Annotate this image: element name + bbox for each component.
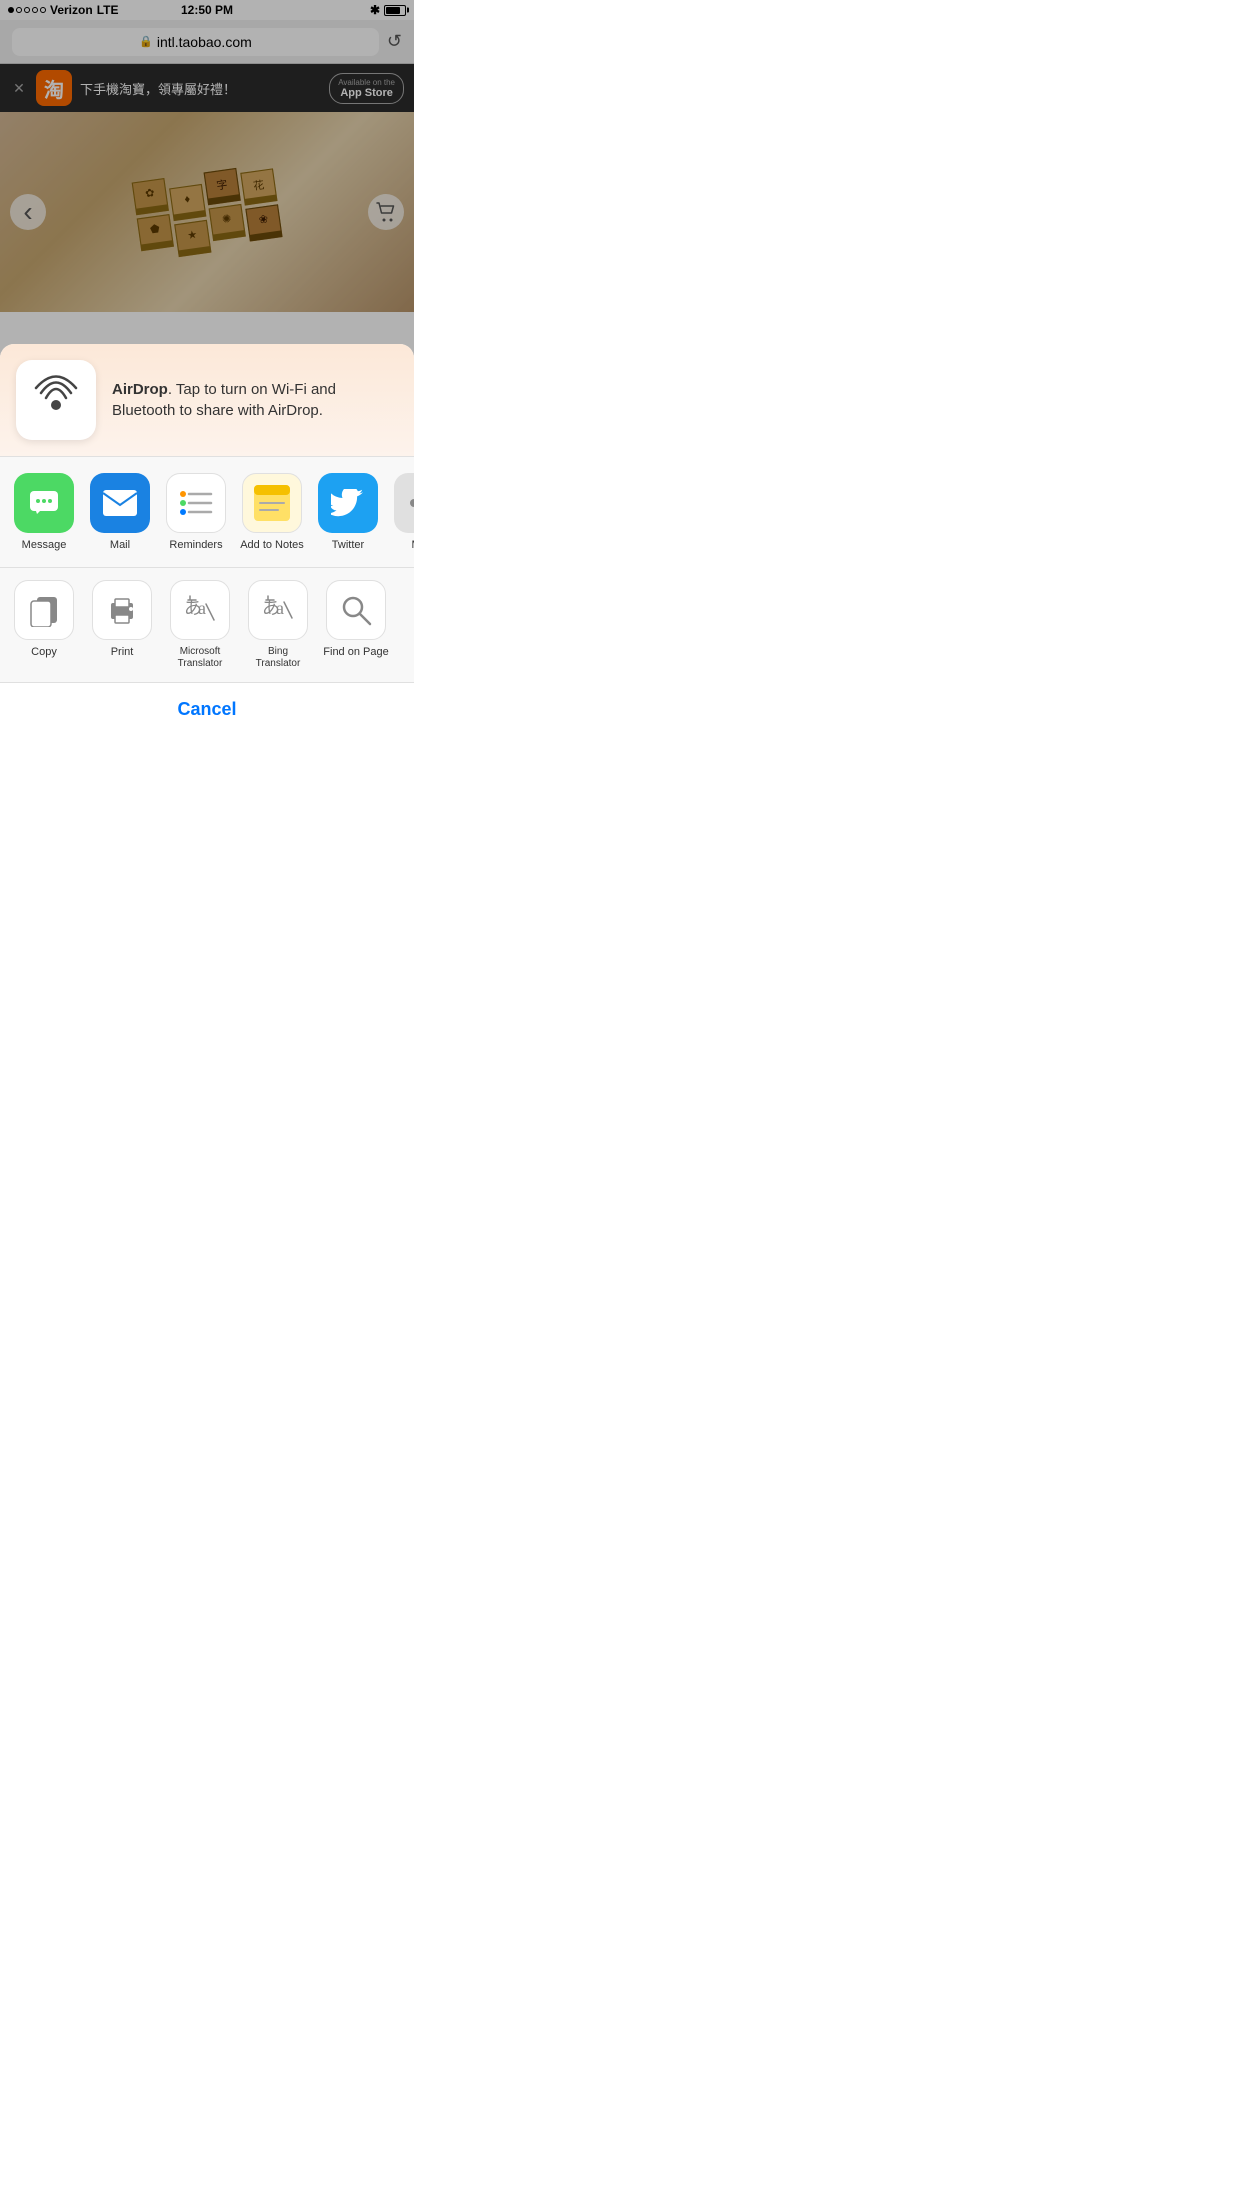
airdrop-title: AirDrop (112, 381, 168, 398)
airdrop-section: AirDrop. Tap to turn on Wi-Fi and Blueto… (0, 344, 414, 457)
copy-icon (14, 580, 74, 640)
twitter-icon (318, 473, 378, 533)
message-label: Message (22, 539, 67, 551)
microsoft-translator-icon: あ a (170, 580, 230, 640)
action-copy[interactable]: Copy (8, 580, 80, 670)
cancel-button[interactable]: Cancel (0, 682, 414, 736)
apps-row: Message Mail (0, 457, 414, 568)
share-sheet: AirDrop. Tap to turn on Wi-Fi and Blueto… (0, 344, 414, 736)
share-app-reminders[interactable]: Reminders (160, 473, 232, 551)
action-print[interactable]: Print (86, 580, 158, 670)
airdrop-icon-wrapper (16, 360, 96, 440)
microsoft-translator-label: MicrosoftTranslator (178, 646, 223, 670)
bing-translator-label: BingTranslator (256, 646, 301, 670)
notes-icon (242, 473, 302, 533)
share-app-twitter[interactable]: Twitter (312, 473, 384, 551)
actions-row: Copy Print (0, 568, 414, 682)
apps-container: Message Mail (8, 473, 406, 551)
reminders-label: Reminders (169, 539, 222, 551)
twitter-label: Twitter (332, 539, 364, 551)
print-icon (92, 580, 152, 640)
svg-text:a: a (276, 598, 284, 618)
reminders-icon (166, 473, 226, 533)
find-on-page-label: Find on Page (323, 646, 388, 659)
mail-icon (90, 473, 150, 533)
share-app-message[interactable]: Message (8, 473, 80, 551)
svg-text:a: a (198, 598, 206, 618)
airdrop-description: AirDrop. Tap to turn on Wi-Fi and Blueto… (112, 379, 398, 421)
mail-label: Mail (110, 539, 130, 551)
share-app-add-to-notes[interactable]: Add to Notes (236, 473, 308, 551)
actions-container: Copy Print (8, 580, 406, 670)
bing-translator-icon: あ a (248, 580, 308, 640)
action-find-on-page[interactable]: Find on Page (320, 580, 392, 670)
find-on-page-icon (326, 580, 386, 640)
action-bing-translator[interactable]: あ a BingTranslator (242, 580, 314, 670)
share-app-mail[interactable]: Mail (84, 473, 156, 551)
more-icon (394, 473, 414, 533)
airdrop-icon (31, 370, 81, 430)
share-app-more[interactable]: More (388, 473, 414, 551)
action-microsoft-translator[interactable]: あ a MicrosoftTranslator (164, 580, 236, 670)
copy-label: Copy (31, 646, 57, 659)
more-label: More (411, 539, 414, 551)
message-icon (14, 473, 74, 533)
notes-label: Add to Notes (240, 539, 304, 551)
print-label: Print (111, 646, 134, 659)
share-main-panel: AirDrop. Tap to turn on Wi-Fi and Blueto… (0, 344, 414, 682)
